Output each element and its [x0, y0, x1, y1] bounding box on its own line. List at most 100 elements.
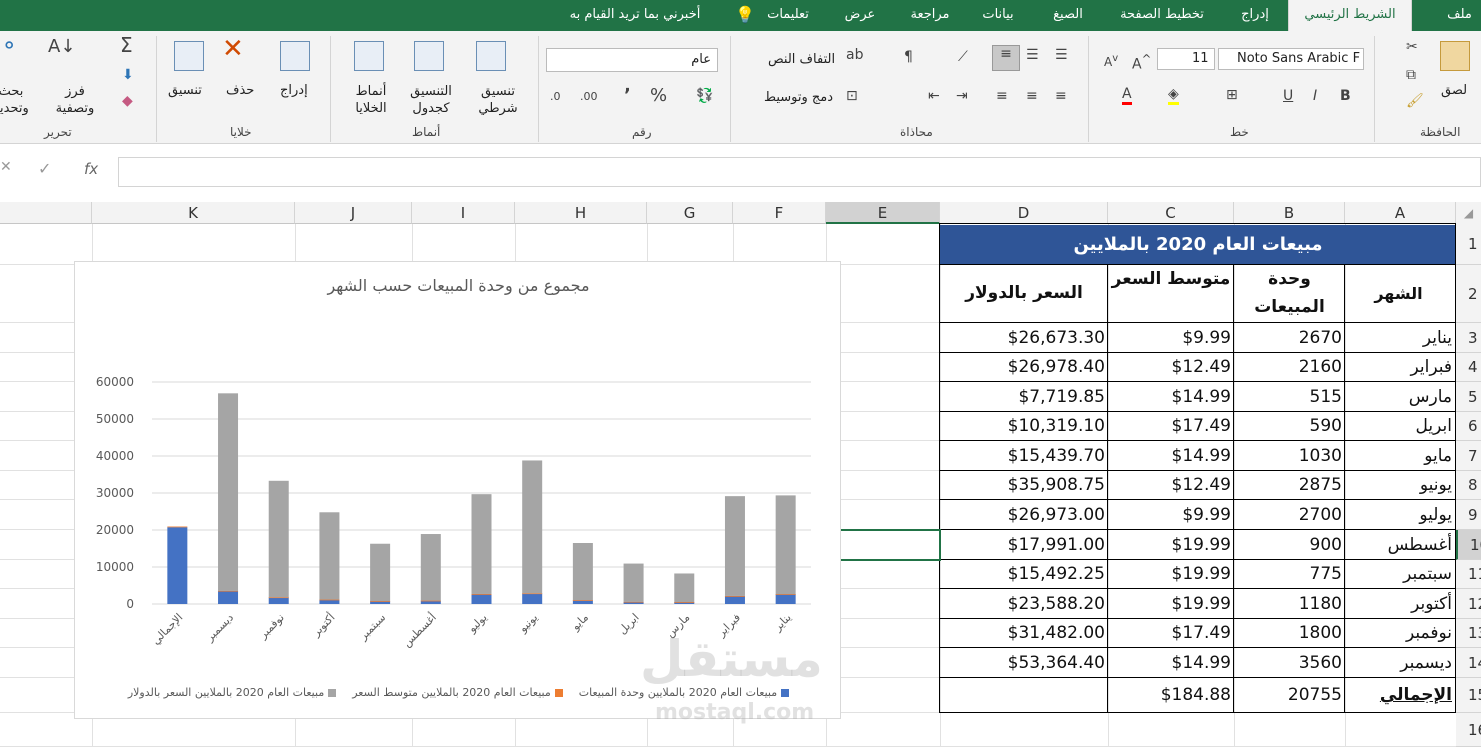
wrap-text-button[interactable]: التفاف النص: [768, 52, 835, 67]
bar-units[interactable]: [775, 594, 796, 604]
cell-price-usd[interactable]: $10,319.10: [940, 412, 1108, 441]
cell-units[interactable]: 2160: [1234, 353, 1345, 382]
cell-month[interactable]: مارس: [1345, 382, 1456, 412]
col-header-I[interactable]: I: [412, 202, 515, 224]
row-header-9[interactable]: 9: [1456, 500, 1481, 530]
fill-color-icon[interactable]: ◈: [1168, 86, 1179, 105]
bar-avg[interactable]: [572, 600, 593, 601]
font-name-select[interactable]: Noto Sans Arabic F: [1218, 48, 1364, 70]
cell-units[interactable]: 2700: [1234, 500, 1345, 530]
row-header-13[interactable]: 13: [1456, 619, 1481, 648]
delete-cells-icon[interactable]: ✕: [222, 36, 244, 62]
accounting-format-icon[interactable]: 💱: [696, 88, 713, 104]
cell-avg-price[interactable]: $19.99: [1108, 560, 1234, 589]
header-avg-price[interactable]: متوسط السعر: [1108, 265, 1234, 322]
row-header-4[interactable]: 4: [1456, 353, 1481, 382]
sort-filter-button[interactable]: فرز وتصفية: [50, 83, 100, 117]
col-header-F[interactable]: F: [733, 202, 826, 224]
format-as-table-button[interactable]: التنسيق كجدول: [400, 83, 462, 117]
increase-decimal-icon[interactable]: .00: [580, 89, 598, 105]
bar-units[interactable]: [218, 590, 239, 604]
indent-icon[interactable]: ⇥: [956, 88, 968, 104]
row-header-6[interactable]: 6: [1456, 412, 1481, 441]
bar-avg[interactable]: [775, 594, 796, 595]
formula-input[interactable]: [118, 157, 1481, 187]
bar-avg[interactable]: [471, 593, 492, 595]
bar-units[interactable]: [167, 527, 188, 604]
bar-price[interactable]: [623, 563, 644, 602]
conditional-format-icon[interactable]: [476, 41, 506, 71]
col-header-L[interactable]: [0, 202, 92, 224]
tab-help[interactable]: تعليمات: [758, 0, 818, 31]
bar-price[interactable]: [522, 460, 543, 594]
clear-icon[interactable]: ◆: [122, 93, 133, 109]
tab-insert[interactable]: إدراج: [1232, 0, 1278, 31]
cell-units[interactable]: 900: [1234, 530, 1345, 560]
merge-center-button[interactable]: دمج وتوسيط: [764, 90, 833, 105]
bar-avg[interactable]: [522, 593, 543, 595]
cut-icon[interactable]: ✂: [1406, 39, 1418, 55]
enter-icon[interactable]: ✓: [38, 159, 51, 178]
align-top-icon[interactable]: ☰: [1055, 47, 1068, 63]
bar-price[interactable]: [420, 534, 441, 601]
bar-avg[interactable]: [167, 526, 188, 528]
copy-icon[interactable]: ⧉: [1406, 67, 1416, 83]
cell-avg-price[interactable]: $19.99: [1108, 589, 1234, 619]
cell-price-usd[interactable]: $23,588.20: [940, 589, 1108, 619]
cell-price-usd[interactable]: $31,482.00: [940, 619, 1108, 648]
tab-formulas[interactable]: الصيغ: [1042, 0, 1094, 31]
col-header-J[interactable]: J: [295, 202, 412, 224]
bar-avg[interactable]: [268, 597, 289, 599]
bar-avg[interactable]: [724, 595, 745, 597]
autosum-icon[interactable]: Σ: [120, 35, 133, 55]
cell-units[interactable]: 2670: [1234, 323, 1345, 353]
col-header-D[interactable]: D: [940, 202, 1108, 224]
bar-avg[interactable]: [420, 600, 441, 602]
cell-avg-price[interactable]: $9.99: [1108, 323, 1234, 353]
header-price-usd[interactable]: السعر بالدولار: [940, 265, 1108, 322]
borders-icon[interactable]: ⊞: [1226, 87, 1238, 103]
bar-price[interactable]: [471, 494, 492, 594]
select-all-icon[interactable]: ◢: [1456, 202, 1481, 224]
bar-units[interactable]: [522, 593, 543, 604]
align-bottom-icon[interactable]: ☰: [1026, 47, 1039, 63]
cell-price-usd[interactable]: $17,991.00: [940, 530, 1108, 560]
italic-button[interactable]: I: [1313, 88, 1317, 104]
rtl-icon[interactable]: ¶: [904, 49, 913, 65]
row-header-15[interactable]: 15: [1456, 678, 1481, 713]
row-header-1[interactable]: 1: [1456, 224, 1481, 265]
cell-units[interactable]: 1180: [1234, 589, 1345, 619]
find-select-icon[interactable]: ⚬: [0, 36, 18, 58]
increase-font-icon[interactable]: A^: [1132, 51, 1151, 73]
font-size-select[interactable]: 11: [1157, 48, 1215, 70]
bar-price[interactable]: [775, 495, 796, 595]
delete-cells-button[interactable]: حذف: [226, 83, 254, 98]
row-header-5[interactable]: 5: [1456, 382, 1481, 412]
underline-button[interactable]: U: [1283, 88, 1293, 104]
cell-units[interactable]: 590: [1234, 412, 1345, 441]
cell-avg-price[interactable]: $9.99: [1108, 500, 1234, 530]
row-header-11[interactable]: 11: [1456, 560, 1481, 589]
cell-price-usd[interactable]: $53,364.40: [940, 648, 1108, 678]
cell-price-usd[interactable]: $15,439.70: [940, 441, 1108, 471]
cell-avg-price[interactable]: $12.49: [1108, 471, 1234, 500]
tab-data[interactable]: بيانات: [972, 0, 1024, 31]
cell-units[interactable]: 775: [1234, 560, 1345, 589]
cell-month[interactable]: نوفمبر: [1345, 619, 1456, 648]
cell-price-usd[interactable]: $26,673.30: [940, 323, 1108, 353]
format-cells-icon[interactable]: [174, 41, 204, 71]
row-header-10[interactable]: 10: [1456, 530, 1481, 560]
row-header-2[interactable]: 2: [1456, 265, 1481, 323]
total-label[interactable]: الإجمالي: [1345, 678, 1456, 713]
cell-avg-price[interactable]: $12.49: [1108, 353, 1234, 382]
header-month[interactable]: الشهر: [1345, 265, 1456, 322]
bar-price[interactable]: [319, 512, 340, 600]
cell-styles-icon[interactable]: [354, 41, 384, 71]
row-header-12[interactable]: 12: [1456, 589, 1481, 619]
sort-filter-icon[interactable]: A↓: [48, 38, 75, 56]
cell-month[interactable]: ديسمبر: [1345, 648, 1456, 678]
cell-month[interactable]: ابريل: [1345, 412, 1456, 441]
col-header-B[interactable]: B: [1234, 202, 1345, 224]
cell-units[interactable]: 1800: [1234, 619, 1345, 648]
tab-page-layout[interactable]: تخطيط الصفحة: [1112, 0, 1212, 31]
